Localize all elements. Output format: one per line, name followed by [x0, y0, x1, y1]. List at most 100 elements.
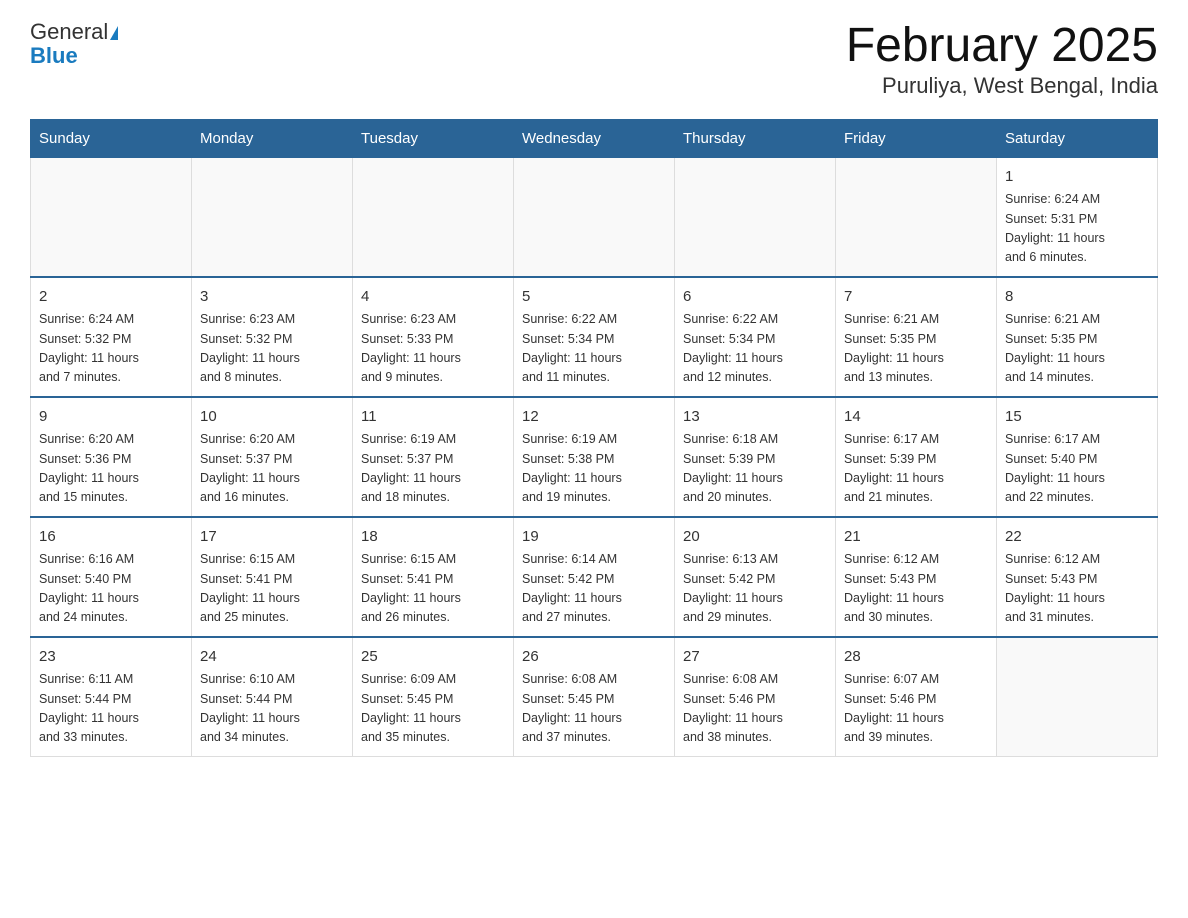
calendar-cell: 22Sunrise: 6:12 AM Sunset: 5:43 PM Dayli… — [997, 517, 1158, 637]
calendar-cell: 20Sunrise: 6:13 AM Sunset: 5:42 PM Dayli… — [675, 517, 836, 637]
calendar-cell: 11Sunrise: 6:19 AM Sunset: 5:37 PM Dayli… — [353, 397, 514, 517]
day-number: 22 — [1005, 526, 1149, 549]
calendar-cell — [192, 157, 353, 277]
logo-blue: Blue — [30, 43, 78, 68]
day-info: Sunrise: 6:08 AM Sunset: 5:45 PM Dayligh… — [522, 670, 666, 748]
column-header-saturday: Saturday — [997, 119, 1158, 157]
day-number: 5 — [522, 286, 666, 309]
day-number: 10 — [200, 406, 344, 429]
calendar-cell — [514, 157, 675, 277]
day-number: 3 — [200, 286, 344, 309]
calendar-cell: 9Sunrise: 6:20 AM Sunset: 5:36 PM Daylig… — [31, 397, 192, 517]
calendar-cell: 18Sunrise: 6:15 AM Sunset: 5:41 PM Dayli… — [353, 517, 514, 637]
column-header-friday: Friday — [836, 119, 997, 157]
day-info: Sunrise: 6:24 AM Sunset: 5:32 PM Dayligh… — [39, 310, 183, 388]
day-number: 6 — [683, 286, 827, 309]
calendar-week-1: 2Sunrise: 6:24 AM Sunset: 5:32 PM Daylig… — [31, 277, 1158, 397]
day-info: Sunrise: 6:23 AM Sunset: 5:33 PM Dayligh… — [361, 310, 505, 388]
calendar-week-3: 16Sunrise: 6:16 AM Sunset: 5:40 PM Dayli… — [31, 517, 1158, 637]
calendar-cell: 2Sunrise: 6:24 AM Sunset: 5:32 PM Daylig… — [31, 277, 192, 397]
calendar-cell: 17Sunrise: 6:15 AM Sunset: 5:41 PM Dayli… — [192, 517, 353, 637]
column-header-monday: Monday — [192, 119, 353, 157]
day-info: Sunrise: 6:08 AM Sunset: 5:46 PM Dayligh… — [683, 670, 827, 748]
day-info: Sunrise: 6:24 AM Sunset: 5:31 PM Dayligh… — [1005, 190, 1149, 268]
day-number: 18 — [361, 526, 505, 549]
logo-text: General Blue — [30, 20, 118, 68]
day-info: Sunrise: 6:21 AM Sunset: 5:35 PM Dayligh… — [1005, 310, 1149, 388]
calendar-cell: 25Sunrise: 6:09 AM Sunset: 5:45 PM Dayli… — [353, 637, 514, 757]
day-info: Sunrise: 6:22 AM Sunset: 5:34 PM Dayligh… — [683, 310, 827, 388]
calendar-cell: 3Sunrise: 6:23 AM Sunset: 5:32 PM Daylig… — [192, 277, 353, 397]
day-number: 25 — [361, 646, 505, 669]
calendar-cell: 14Sunrise: 6:17 AM Sunset: 5:39 PM Dayli… — [836, 397, 997, 517]
day-number: 2 — [39, 286, 183, 309]
calendar-cell: 26Sunrise: 6:08 AM Sunset: 5:45 PM Dayli… — [514, 637, 675, 757]
calendar-cell — [31, 157, 192, 277]
calendar-cell: 21Sunrise: 6:12 AM Sunset: 5:43 PM Dayli… — [836, 517, 997, 637]
day-number: 11 — [361, 406, 505, 429]
calendar-cell — [997, 637, 1158, 757]
page-header: General Blue February 2025 Puruliya, Wes… — [30, 20, 1158, 99]
day-info: Sunrise: 6:13 AM Sunset: 5:42 PM Dayligh… — [683, 550, 827, 628]
day-number: 20 — [683, 526, 827, 549]
calendar-cell: 6Sunrise: 6:22 AM Sunset: 5:34 PM Daylig… — [675, 277, 836, 397]
calendar-cell: 13Sunrise: 6:18 AM Sunset: 5:39 PM Dayli… — [675, 397, 836, 517]
calendar-cell: 5Sunrise: 6:22 AM Sunset: 5:34 PM Daylig… — [514, 277, 675, 397]
day-info: Sunrise: 6:18 AM Sunset: 5:39 PM Dayligh… — [683, 430, 827, 508]
calendar-cell: 27Sunrise: 6:08 AM Sunset: 5:46 PM Dayli… — [675, 637, 836, 757]
day-number: 28 — [844, 646, 988, 669]
calendar-cell: 4Sunrise: 6:23 AM Sunset: 5:33 PM Daylig… — [353, 277, 514, 397]
logo: General Blue — [30, 20, 118, 68]
day-number: 15 — [1005, 406, 1149, 429]
day-info: Sunrise: 6:23 AM Sunset: 5:32 PM Dayligh… — [200, 310, 344, 388]
day-number: 12 — [522, 406, 666, 429]
calendar-cell: 15Sunrise: 6:17 AM Sunset: 5:40 PM Dayli… — [997, 397, 1158, 517]
day-number: 1 — [1005, 166, 1149, 189]
title-section: February 2025 Puruliya, West Bengal, Ind… — [846, 20, 1158, 99]
day-number: 9 — [39, 406, 183, 429]
day-number: 17 — [200, 526, 344, 549]
day-info: Sunrise: 6:19 AM Sunset: 5:38 PM Dayligh… — [522, 430, 666, 508]
day-number: 26 — [522, 646, 666, 669]
column-header-wednesday: Wednesday — [514, 119, 675, 157]
day-number: 23 — [39, 646, 183, 669]
day-info: Sunrise: 6:22 AM Sunset: 5:34 PM Dayligh… — [522, 310, 666, 388]
calendar-cell — [836, 157, 997, 277]
calendar-cell — [353, 157, 514, 277]
day-number: 21 — [844, 526, 988, 549]
day-info: Sunrise: 6:21 AM Sunset: 5:35 PM Dayligh… — [844, 310, 988, 388]
day-info: Sunrise: 6:14 AM Sunset: 5:42 PM Dayligh… — [522, 550, 666, 628]
day-info: Sunrise: 6:07 AM Sunset: 5:46 PM Dayligh… — [844, 670, 988, 748]
day-number: 24 — [200, 646, 344, 669]
day-info: Sunrise: 6:12 AM Sunset: 5:43 PM Dayligh… — [1005, 550, 1149, 628]
calendar-cell: 12Sunrise: 6:19 AM Sunset: 5:38 PM Dayli… — [514, 397, 675, 517]
calendar-week-4: 23Sunrise: 6:11 AM Sunset: 5:44 PM Dayli… — [31, 637, 1158, 757]
calendar-cell: 24Sunrise: 6:10 AM Sunset: 5:44 PM Dayli… — [192, 637, 353, 757]
day-number: 8 — [1005, 286, 1149, 309]
calendar-week-2: 9Sunrise: 6:20 AM Sunset: 5:36 PM Daylig… — [31, 397, 1158, 517]
logo-triangle-icon — [110, 26, 118, 40]
day-info: Sunrise: 6:20 AM Sunset: 5:36 PM Dayligh… — [39, 430, 183, 508]
location: Puruliya, West Bengal, India — [846, 73, 1158, 99]
day-number: 4 — [361, 286, 505, 309]
day-number: 14 — [844, 406, 988, 429]
day-number: 7 — [844, 286, 988, 309]
month-title: February 2025 — [846, 20, 1158, 73]
day-info: Sunrise: 6:16 AM Sunset: 5:40 PM Dayligh… — [39, 550, 183, 628]
calendar-cell: 16Sunrise: 6:16 AM Sunset: 5:40 PM Dayli… — [31, 517, 192, 637]
calendar-cell: 8Sunrise: 6:21 AM Sunset: 5:35 PM Daylig… — [997, 277, 1158, 397]
calendar-cell: 19Sunrise: 6:14 AM Sunset: 5:42 PM Dayli… — [514, 517, 675, 637]
day-number: 13 — [683, 406, 827, 429]
day-info: Sunrise: 6:15 AM Sunset: 5:41 PM Dayligh… — [200, 550, 344, 628]
day-info: Sunrise: 6:17 AM Sunset: 5:39 PM Dayligh… — [844, 430, 988, 508]
calendar-cell: 10Sunrise: 6:20 AM Sunset: 5:37 PM Dayli… — [192, 397, 353, 517]
logo-general: General — [30, 19, 108, 44]
day-info: Sunrise: 6:17 AM Sunset: 5:40 PM Dayligh… — [1005, 430, 1149, 508]
day-number: 16 — [39, 526, 183, 549]
day-number: 27 — [683, 646, 827, 669]
calendar-cell — [675, 157, 836, 277]
day-info: Sunrise: 6:09 AM Sunset: 5:45 PM Dayligh… — [361, 670, 505, 748]
calendar-cell: 23Sunrise: 6:11 AM Sunset: 5:44 PM Dayli… — [31, 637, 192, 757]
day-info: Sunrise: 6:12 AM Sunset: 5:43 PM Dayligh… — [844, 550, 988, 628]
day-number: 19 — [522, 526, 666, 549]
